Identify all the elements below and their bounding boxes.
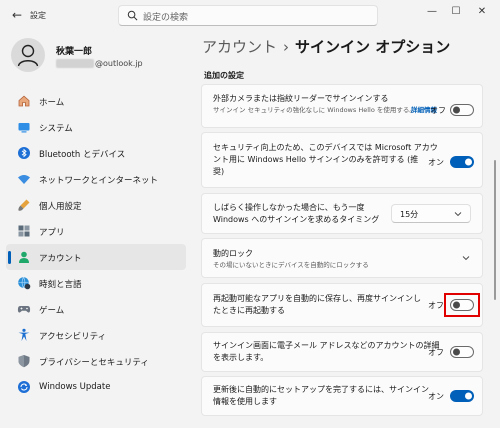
toggle-state-label: オフ bbox=[428, 301, 444, 310]
brush-icon bbox=[18, 199, 30, 211]
home-icon bbox=[18, 95, 30, 107]
toggle-knob bbox=[453, 301, 460, 309]
scrollbar[interactable] bbox=[494, 160, 496, 300]
active-indicator bbox=[8, 251, 11, 264]
setting-restart-apps: 再起動可能なアプリを自動的に保存し、再度サインインし たときに再起動する オフ bbox=[201, 283, 483, 327]
setting-title-line1: しばらく操作しなかった場合に、もう一度 bbox=[213, 203, 365, 212]
sidebar-item-accounts[interactable]: アカウント bbox=[6, 244, 186, 270]
shield-icon bbox=[18, 355, 30, 368]
sidebar-item-time-language[interactable]: 時刻と言語 bbox=[6, 270, 186, 296]
toggle-knob bbox=[453, 106, 460, 114]
user-name: 秋葉一郎 bbox=[56, 47, 93, 57]
setting-title-line2: Windows へのサインインを求めるタイミング bbox=[213, 215, 380, 224]
setting-auto-setup: 更新後に自動的にセットアップを完了するには、サインイン 情報を使用します オン bbox=[201, 376, 483, 416]
dropdown-value: 15分 bbox=[400, 210, 419, 219]
setting-title-line1: サインイン画面に電子メール アドレスなどのアカウントの詳細 bbox=[213, 341, 440, 350]
toggle-knob bbox=[453, 348, 460, 356]
sidebar-item-home[interactable]: ホーム bbox=[6, 88, 186, 114]
apps-icon bbox=[18, 225, 30, 237]
setting-title-line1: 再起動可能なアプリを自動的に保存し、再度サインインし bbox=[213, 294, 421, 303]
setting-title-line1: セキュリティ向上のため、このデバイスでは Microsoft アカウ bbox=[213, 143, 438, 152]
setting-hello-only: セキュリティ向上のため、このデバイスでは Microsoft アカウ ント用に … bbox=[201, 132, 483, 188]
blurred-email-prefix bbox=[56, 59, 94, 68]
close-button[interactable]: ✕ bbox=[472, 4, 492, 20]
chevron-down-icon bbox=[454, 212, 462, 217]
setting-title-line2: 情報を使用します bbox=[213, 397, 277, 406]
account-details-toggle[interactable] bbox=[450, 346, 474, 358]
external-camera-toggle[interactable] bbox=[450, 104, 474, 116]
setting-title: 外部カメラまたは指紋リーダーでサインインする bbox=[213, 94, 389, 103]
sidebar-item-personalization[interactable]: 個人用設定 bbox=[6, 192, 186, 218]
sidebar-nav: ホーム システム Bluetooth とデバイス ネットワークとインターネット … bbox=[6, 88, 186, 400]
sidebar-item-privacy[interactable]: プライバシーとセキュリティ bbox=[6, 348, 186, 374]
globe-clock-icon bbox=[18, 277, 31, 290]
sidebar-item-windows-update[interactable]: Windows Update bbox=[6, 374, 186, 400]
search-input[interactable]: 設定の検索 bbox=[118, 5, 378, 26]
timeout-dropdown[interactable]: 15分 bbox=[391, 204, 471, 223]
app-title: 設定 bbox=[30, 11, 46, 20]
setting-external-camera: 外部カメラまたは指紋リーダーでサインインする サインイン セキュリティの強化なし… bbox=[201, 84, 483, 128]
update-icon bbox=[18, 381, 30, 393]
sidebar-item-accessibility[interactable]: アクセシビリティ bbox=[6, 322, 186, 348]
breadcrumb-accounts[interactable]: アカウント bbox=[202, 38, 277, 56]
accessibility-icon bbox=[18, 328, 30, 341]
page-title: サインイン オプション bbox=[295, 38, 451, 56]
setting-description: サインイン セキュリティの強化なしに Windows Hello を使用する。 bbox=[213, 106, 416, 114]
setting-description: その場にいないときにデバイスを自動的にロックする bbox=[213, 261, 369, 269]
minimize-button[interactable]: — bbox=[422, 4, 442, 20]
restart-apps-toggle[interactable] bbox=[450, 299, 474, 311]
sidebar-item-apps[interactable]: アプリ bbox=[6, 218, 186, 244]
bluetooth-icon bbox=[18, 147, 30, 159]
maximize-button[interactable]: ☐ bbox=[446, 4, 466, 20]
setting-title-line2: を表示します。 bbox=[213, 353, 269, 362]
toggle-state-label: オン bbox=[428, 158, 444, 167]
avatar[interactable] bbox=[11, 38, 45, 72]
setting-title: 動的ロック bbox=[213, 249, 253, 258]
section-title: 追加の設定 bbox=[204, 71, 244, 80]
sidebar-item-gaming[interactable]: ゲーム bbox=[6, 296, 186, 322]
breadcrumb: アカウント › サインイン オプション bbox=[202, 36, 450, 57]
sidebar-item-bluetooth[interactable]: Bluetooth とデバイス bbox=[6, 140, 186, 166]
search-icon bbox=[127, 10, 138, 21]
setting-title-line2: ント用に Windows Hello サインインのみを許可する (推 bbox=[213, 155, 419, 164]
chevron-down-icon[interactable] bbox=[462, 255, 470, 261]
toggle-state-label: オフ bbox=[430, 106, 446, 115]
monitor-icon bbox=[18, 123, 30, 133]
setting-title-line2: たときに再起動する bbox=[213, 306, 285, 315]
setting-title-line3: 奨) bbox=[213, 167, 225, 176]
setting-title-line1: 更新後に自動的にセットアップを完了するには、サインイン bbox=[213, 385, 429, 394]
toggle-knob bbox=[465, 392, 472, 400]
breadcrumb-separator: › bbox=[283, 38, 290, 56]
setting-signin-timeout: しばらく操作しなかった場合に、もう一度 Windows へのサインインを求めるタ… bbox=[201, 193, 483, 234]
search-placeholder: 設定の検索 bbox=[143, 13, 189, 23]
sidebar-item-network[interactable]: ネットワークとインターネット bbox=[6, 166, 186, 192]
person-avatar-icon bbox=[17, 44, 39, 67]
person-icon bbox=[19, 251, 29, 263]
setting-account-details: サインイン画面に電子メール アドレスなどのアカウントの詳細 を表示します。 オフ bbox=[201, 332, 483, 372]
toggle-state-label: オン bbox=[428, 392, 444, 401]
auto-setup-toggle[interactable] bbox=[450, 390, 474, 402]
back-button[interactable]: ← bbox=[6, 6, 28, 24]
toggle-state-label: オフ bbox=[428, 348, 444, 357]
gamepad-icon bbox=[17, 306, 31, 313]
user-email: @outlook.jp bbox=[56, 59, 143, 68]
wifi-icon bbox=[18, 175, 30, 184]
title-bar: ← 設定 設定の検索 — ☐ ✕ bbox=[0, 0, 500, 30]
setting-dynamic-lock[interactable]: 動的ロック その場にいないときにデバイスを自動的にロックする bbox=[201, 238, 483, 278]
sidebar-item-system[interactable]: システム bbox=[6, 114, 186, 140]
toggle-knob bbox=[465, 158, 472, 166]
hello-only-toggle[interactable] bbox=[450, 156, 474, 168]
